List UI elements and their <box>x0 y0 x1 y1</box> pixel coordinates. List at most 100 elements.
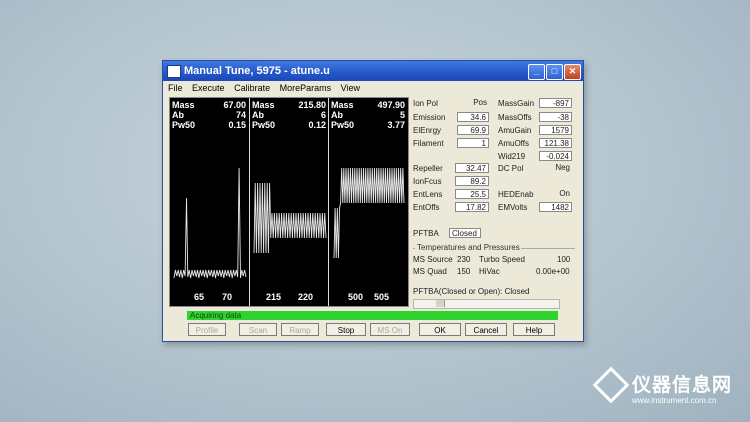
massoffs-field[interactable]: -38 <box>539 112 572 122</box>
pftba-field[interactable]: Closed <box>449 228 481 238</box>
amugain-field[interactable]: 1579 <box>539 125 572 135</box>
repeller-label: Repeller <box>413 164 443 173</box>
status-bar: Acquiring data <box>187 311 415 320</box>
group-border <box>413 248 415 249</box>
hedenab-value[interactable]: On <box>539 189 572 199</box>
hivac-label: HiVac <box>479 267 500 276</box>
pw50-value: 3.77 <box>387 120 405 130</box>
repeller-field[interactable]: 32.47 <box>455 163 489 173</box>
cancel-button[interactable]: Cancel <box>465 323 507 336</box>
spectrum-display: Mass 67.00 Ab 74 Pw50 0.15 Mass 215.80 Ab 6 P… <box>169 97 409 307</box>
ab-label: Ab <box>252 110 264 120</box>
watermark-text: 仪器信息网 <box>632 375 733 396</box>
x-tick-label: 70 <box>222 292 233 302</box>
ms-source-value: 230 <box>457 255 471 264</box>
elenrgy-field[interactable]: 69.9 <box>457 125 489 135</box>
pw50-label: Pw50 <box>172 120 196 130</box>
wid219-label: Wid219 <box>498 152 526 161</box>
diamond-logo-icon <box>592 366 630 404</box>
massoffs-label: MassOffs <box>498 113 532 122</box>
ok-button[interactable]: OK <box>419 323 461 336</box>
horizontal-scrollbar[interactable] <box>413 299 560 309</box>
emvolts-field[interactable]: 1482 <box>539 202 572 212</box>
menu-execute[interactable]: Execute <box>192 83 225 93</box>
ionfcus-label: IonFcus <box>413 177 442 186</box>
ion-pol-label: Ion Pol <box>413 99 438 108</box>
spectrum-trace <box>253 182 327 254</box>
emission-label: Emission <box>413 113 446 122</box>
massgain-label: MassGain <box>498 99 535 108</box>
ab-value: 5 <box>399 110 405 120</box>
filament-field[interactable]: 1 <box>457 138 489 148</box>
amugain-label: AmuGain <box>498 126 532 135</box>
manual-tune-window: Manual Tune, 5975 - atune.u _ □ ✕ File E… <box>162 60 584 342</box>
minimize-button[interactable]: _ <box>528 64 545 80</box>
hedenab-label: HEDEnab <box>498 190 534 199</box>
entlens-field[interactable]: 25.5 <box>455 189 489 199</box>
pftba-label: PFTBA <box>413 229 439 238</box>
mass-label: Mass <box>172 100 195 110</box>
menu-moreparams[interactable]: MoreParams <box>280 83 332 93</box>
turbo-label: Turbo Speed <box>479 255 525 264</box>
ion-pol-value[interactable]: Pos <box>457 98 489 108</box>
title-bar[interactable]: Manual Tune, 5975 - atune.u _ □ ✕ <box>163 61 583 81</box>
watermark-logo: 仪器信息网 www.instrument.com.cn <box>592 366 748 412</box>
pw50-label: Pw50 <box>331 120 355 130</box>
ms-quad-label: MS Quad <box>413 267 447 276</box>
ramp-button[interactable]: Ramp <box>281 323 319 336</box>
menu-view[interactable]: View <box>341 83 360 93</box>
emvolts-label: EMVolts <box>498 203 528 212</box>
pw50-value: 0.15 <box>228 120 246 130</box>
menu-bar: File Execute Calibrate MoreParams View <box>163 81 583 95</box>
pftba-status: PFTBA(Closed or Open): Closed <box>413 287 530 296</box>
stop-button[interactable]: Stop <box>326 323 366 336</box>
app-icon <box>167 65 181 78</box>
massgain-field[interactable]: -897 <box>539 98 572 108</box>
temps-group-title: Temperatures and Pressures <box>417 243 520 252</box>
pw50-value: 0.12 <box>308 120 326 130</box>
turbo-value: 100 <box>557 255 571 264</box>
elenrgy-label: ElEnrgy <box>413 126 442 135</box>
profile-button[interactable]: Profile <box>188 323 226 336</box>
help-button[interactable]: Help <box>513 323 555 336</box>
ms-on-button[interactable]: MS On <box>370 323 410 336</box>
window-title: Manual Tune, 5975 - atune.u <box>184 65 330 77</box>
menu-calibrate[interactable]: Calibrate <box>234 83 270 93</box>
maximize-button[interactable]: □ <box>546 64 563 80</box>
entlens-label: EntLens <box>413 190 443 199</box>
x-tick-label: 65 <box>194 292 205 302</box>
group-border <box>521 248 575 249</box>
panel-3-header: Mass 497.90 Ab 5 Pw50 3.77 <box>329 100 407 130</box>
dcpol-label: DC Pol <box>498 164 524 173</box>
status-text: Acquiring data <box>190 311 242 320</box>
entoffs-field[interactable]: 17.82 <box>455 202 489 212</box>
mass-label: Mass <box>252 100 275 110</box>
emission-field[interactable]: 34.6 <box>457 112 489 122</box>
wid219-field[interactable]: -0.024 <box>539 151 572 161</box>
x-tick-label: 220 <box>298 292 314 302</box>
mass-label: Mass <box>331 100 354 110</box>
panel-2-header: Mass 215.80 Ab 6 Pw50 0.12 <box>250 100 328 130</box>
amuoffs-field[interactable]: 121.38 <box>539 138 572 148</box>
x-tick-label: 215 <box>266 292 282 302</box>
mass-value: 67.00 <box>223 100 246 110</box>
ionfcus-field[interactable]: 89.2 <box>455 176 489 186</box>
menu-file[interactable]: File <box>168 83 183 93</box>
close-button[interactable]: ✕ <box>564 64 581 80</box>
ms-quad-value: 150 <box>457 267 471 276</box>
pw50-label: Pw50 <box>252 120 276 130</box>
parameter-panel: Ion Pol Pos Emission 34.6 ElEnrgy 69.9 F… <box>409 97 579 307</box>
panel-1-header: Mass 67.00 Ab 74 Pw50 0.15 <box>170 100 248 130</box>
dcpol-value[interactable]: Neg <box>539 163 572 173</box>
ab-value: 74 <box>235 110 246 120</box>
mass-value: 497.90 <box>377 100 405 110</box>
entoffs-label: EntOffs <box>413 203 440 212</box>
scan-button[interactable]: Scan <box>239 323 277 336</box>
x-tick-label: 500 <box>348 292 364 302</box>
ab-value: 6 <box>320 110 326 120</box>
ab-label: Ab <box>331 110 343 120</box>
scroll-thumb[interactable] <box>436 300 445 307</box>
filament-label: Filament <box>413 139 444 148</box>
amuoffs-label: AmuOffs <box>498 139 529 148</box>
ab-label: Ab <box>172 110 184 120</box>
